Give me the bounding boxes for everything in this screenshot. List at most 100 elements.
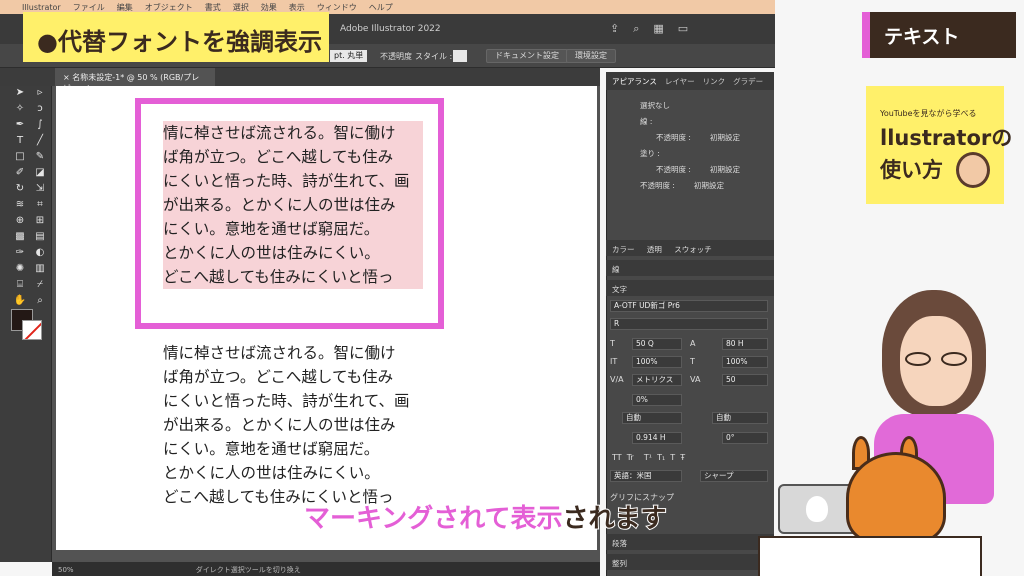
- category-tag: テキスト: [862, 12, 1016, 58]
- vertical-scale-field[interactable]: 100%: [632, 356, 682, 368]
- menu-item-file[interactable]: ファイル: [73, 2, 105, 13]
- menu-item-window[interactable]: ウィンドウ: [317, 2, 357, 13]
- symbol-sprayer-icon[interactable]: ✺: [10, 262, 30, 275]
- shape-builder-icon[interactable]: ⊕: [10, 214, 30, 227]
- baseline-shift-field[interactable]: 0.914 H: [632, 432, 682, 444]
- preferences-button[interactable]: 環境設定: [566, 49, 616, 63]
- align-section[interactable]: 整列: [606, 554, 774, 570]
- appearance-stroke-opacity-label[interactable]: 不透明度 :: [656, 132, 706, 146]
- stroke-color-swatch[interactable]: [22, 320, 42, 340]
- font-field[interactable]: pt. 丸単: [330, 50, 368, 62]
- appearance-fill-opacity-value: 初期設定: [710, 165, 740, 174]
- share-icon[interactable]: ⇪: [610, 22, 619, 36]
- horizontal-scale-icon: T: [690, 357, 695, 366]
- tutorial-title: ●代替フォントを強調表示: [23, 12, 329, 62]
- shaper-tool-icon[interactable]: ✐: [10, 166, 30, 179]
- opacity-label[interactable]: 不透明度: [380, 49, 412, 63]
- free-transform-icon[interactable]: ⌗: [30, 198, 50, 211]
- workspace-icon[interactable]: ▦: [653, 22, 663, 36]
- character-section[interactable]: 文字: [606, 280, 774, 296]
- menu-item-type[interactable]: 書式: [205, 2, 221, 13]
- appearance-selection: 選択なし: [640, 101, 670, 110]
- leading-field[interactable]: 80 H: [722, 338, 768, 350]
- search-icon[interactable]: ⌕: [633, 22, 639, 36]
- hand-tool-icon[interactable]: ✋: [10, 294, 30, 307]
- scale-tool-icon[interactable]: ⇲: [30, 182, 50, 195]
- antialias-select[interactable]: シャープ: [700, 470, 768, 482]
- menu-item-view[interactable]: 表示: [289, 2, 305, 13]
- appearance-stroke-opacity-value: 初期設定: [710, 133, 740, 142]
- rotate-tool-icon[interactable]: ↻: [10, 182, 30, 195]
- status-bar: 50% ダイレクト選択ツールを切り換え: [52, 562, 600, 576]
- lasso-icon[interactable]: ↄ: [30, 102, 50, 115]
- menu-item-help[interactable]: ヘルプ: [369, 2, 393, 13]
- paragraph-section[interactable]: 段落: [606, 534, 774, 550]
- menu-item-app[interactable]: Illustrator: [22, 3, 61, 12]
- pen-tool-icon[interactable]: ✒: [10, 118, 30, 131]
- gradient-tool-icon[interactable]: ▤: [30, 230, 50, 243]
- rectangle-tool-icon[interactable]: □: [10, 150, 30, 163]
- panel-tabs: アピアランス レイヤー リンク グラデー: [606, 72, 774, 90]
- tab-appearance[interactable]: アピアランス: [612, 76, 657, 86]
- title-bar-icons: ⇪ ⌕ ▦ ▭: [610, 22, 688, 36]
- rotation-field[interactable]: 0°: [722, 432, 768, 444]
- vertical-scale-icon: IT: [610, 357, 618, 366]
- warp-tool-icon[interactable]: ≋: [10, 198, 30, 211]
- menu-item-edit[interactable]: 編集: [117, 2, 133, 13]
- eyedropper-icon[interactable]: ✑: [10, 246, 30, 259]
- tsume-field[interactable]: 0%: [632, 394, 682, 406]
- font-style-select[interactable]: R: [610, 318, 768, 330]
- kerning-icon: V/A: [610, 375, 624, 384]
- tab-gradient[interactable]: グラデー: [733, 76, 763, 86]
- fox-mascot: [846, 452, 946, 544]
- tab-links[interactable]: リンク: [703, 76, 726, 86]
- book-title-line1: llustratorの: [880, 126, 1013, 150]
- graph-tool-icon[interactable]: ▥: [30, 262, 50, 275]
- window-icon[interactable]: ▭: [678, 22, 688, 36]
- aki-left-field[interactable]: 自動: [622, 412, 682, 424]
- paintbrush-icon[interactable]: ✎: [30, 150, 50, 163]
- highlight-frame: [135, 98, 444, 329]
- appearance-opacity-value: 初期設定: [694, 181, 724, 190]
- perspective-grid-icon[interactable]: ⊞: [30, 214, 50, 227]
- document-settings-button[interactable]: ドキュメント設定: [486, 49, 568, 63]
- selection-tool-icon[interactable]: ➤: [10, 86, 30, 99]
- text-line: が出来る。とかくに人の世は住み: [163, 416, 396, 434]
- tab-swatches[interactable]: スウォッチ: [674, 245, 712, 254]
- appearance-opacity-label[interactable]: 不透明度 :: [640, 180, 690, 194]
- tab-layers[interactable]: レイヤー: [665, 76, 695, 86]
- document-tab[interactable]: × 名称未設定-1* @ 50 % (RGB/プレビュー): [55, 68, 215, 93]
- appearance-fill[interactable]: 塗り :: [640, 148, 800, 162]
- slice-tool-icon[interactable]: ⌿: [30, 278, 50, 291]
- close-icon[interactable]: ×: [63, 73, 70, 82]
- tab-transparency[interactable]: 透明: [647, 245, 662, 254]
- appearance-fill-opacity-label[interactable]: 不透明度 :: [656, 164, 706, 178]
- menu-item-select[interactable]: 選択: [233, 2, 249, 13]
- magic-wand-icon[interactable]: ✧: [10, 102, 30, 115]
- style-swatch[interactable]: [453, 50, 467, 62]
- menu-item-object[interactable]: オブジェクト: [145, 2, 193, 13]
- tracking-field[interactable]: 50: [722, 374, 768, 386]
- artboard-tool-icon[interactable]: ⌸: [10, 278, 30, 291]
- plain-text-frame[interactable]: 情に棹させば流される。智に働け ば角が立つ。どこへ越しても住み にくいと悟った時…: [163, 341, 423, 509]
- line-tool-icon[interactable]: ╱: [30, 134, 50, 147]
- font-family-select[interactable]: A-OTF UD新ゴ Pr6: [610, 300, 768, 312]
- horizontal-scale-field[interactable]: 100%: [722, 356, 768, 368]
- language-select[interactable]: 英語：米国: [610, 470, 682, 482]
- curvature-tool-icon[interactable]: ∫: [30, 118, 50, 131]
- zoom-level[interactable]: 50%: [58, 566, 74, 574]
- type-tool-icon[interactable]: T: [10, 134, 30, 147]
- stroke-section[interactable]: 線: [606, 260, 774, 276]
- text-line: にくい。意地を通せば窮屈だ。: [163, 440, 380, 458]
- appearance-stroke[interactable]: 線 :: [640, 116, 800, 130]
- aki-right-field[interactable]: 自動: [712, 412, 768, 424]
- font-size-field[interactable]: 50 Q: [632, 338, 682, 350]
- tab-color[interactable]: カラー: [612, 245, 635, 254]
- zoom-tool-icon[interactable]: ⌕: [30, 294, 50, 307]
- kerning-field[interactable]: メトリクス: [632, 374, 682, 386]
- menu-item-effect[interactable]: 効果: [261, 2, 277, 13]
- eraser-icon[interactable]: ◪: [30, 166, 50, 179]
- blend-tool-icon[interactable]: ◐: [30, 246, 50, 259]
- direct-selection-tool-icon[interactable]: ▹: [30, 86, 50, 99]
- mesh-tool-icon[interactable]: ▩: [10, 230, 30, 243]
